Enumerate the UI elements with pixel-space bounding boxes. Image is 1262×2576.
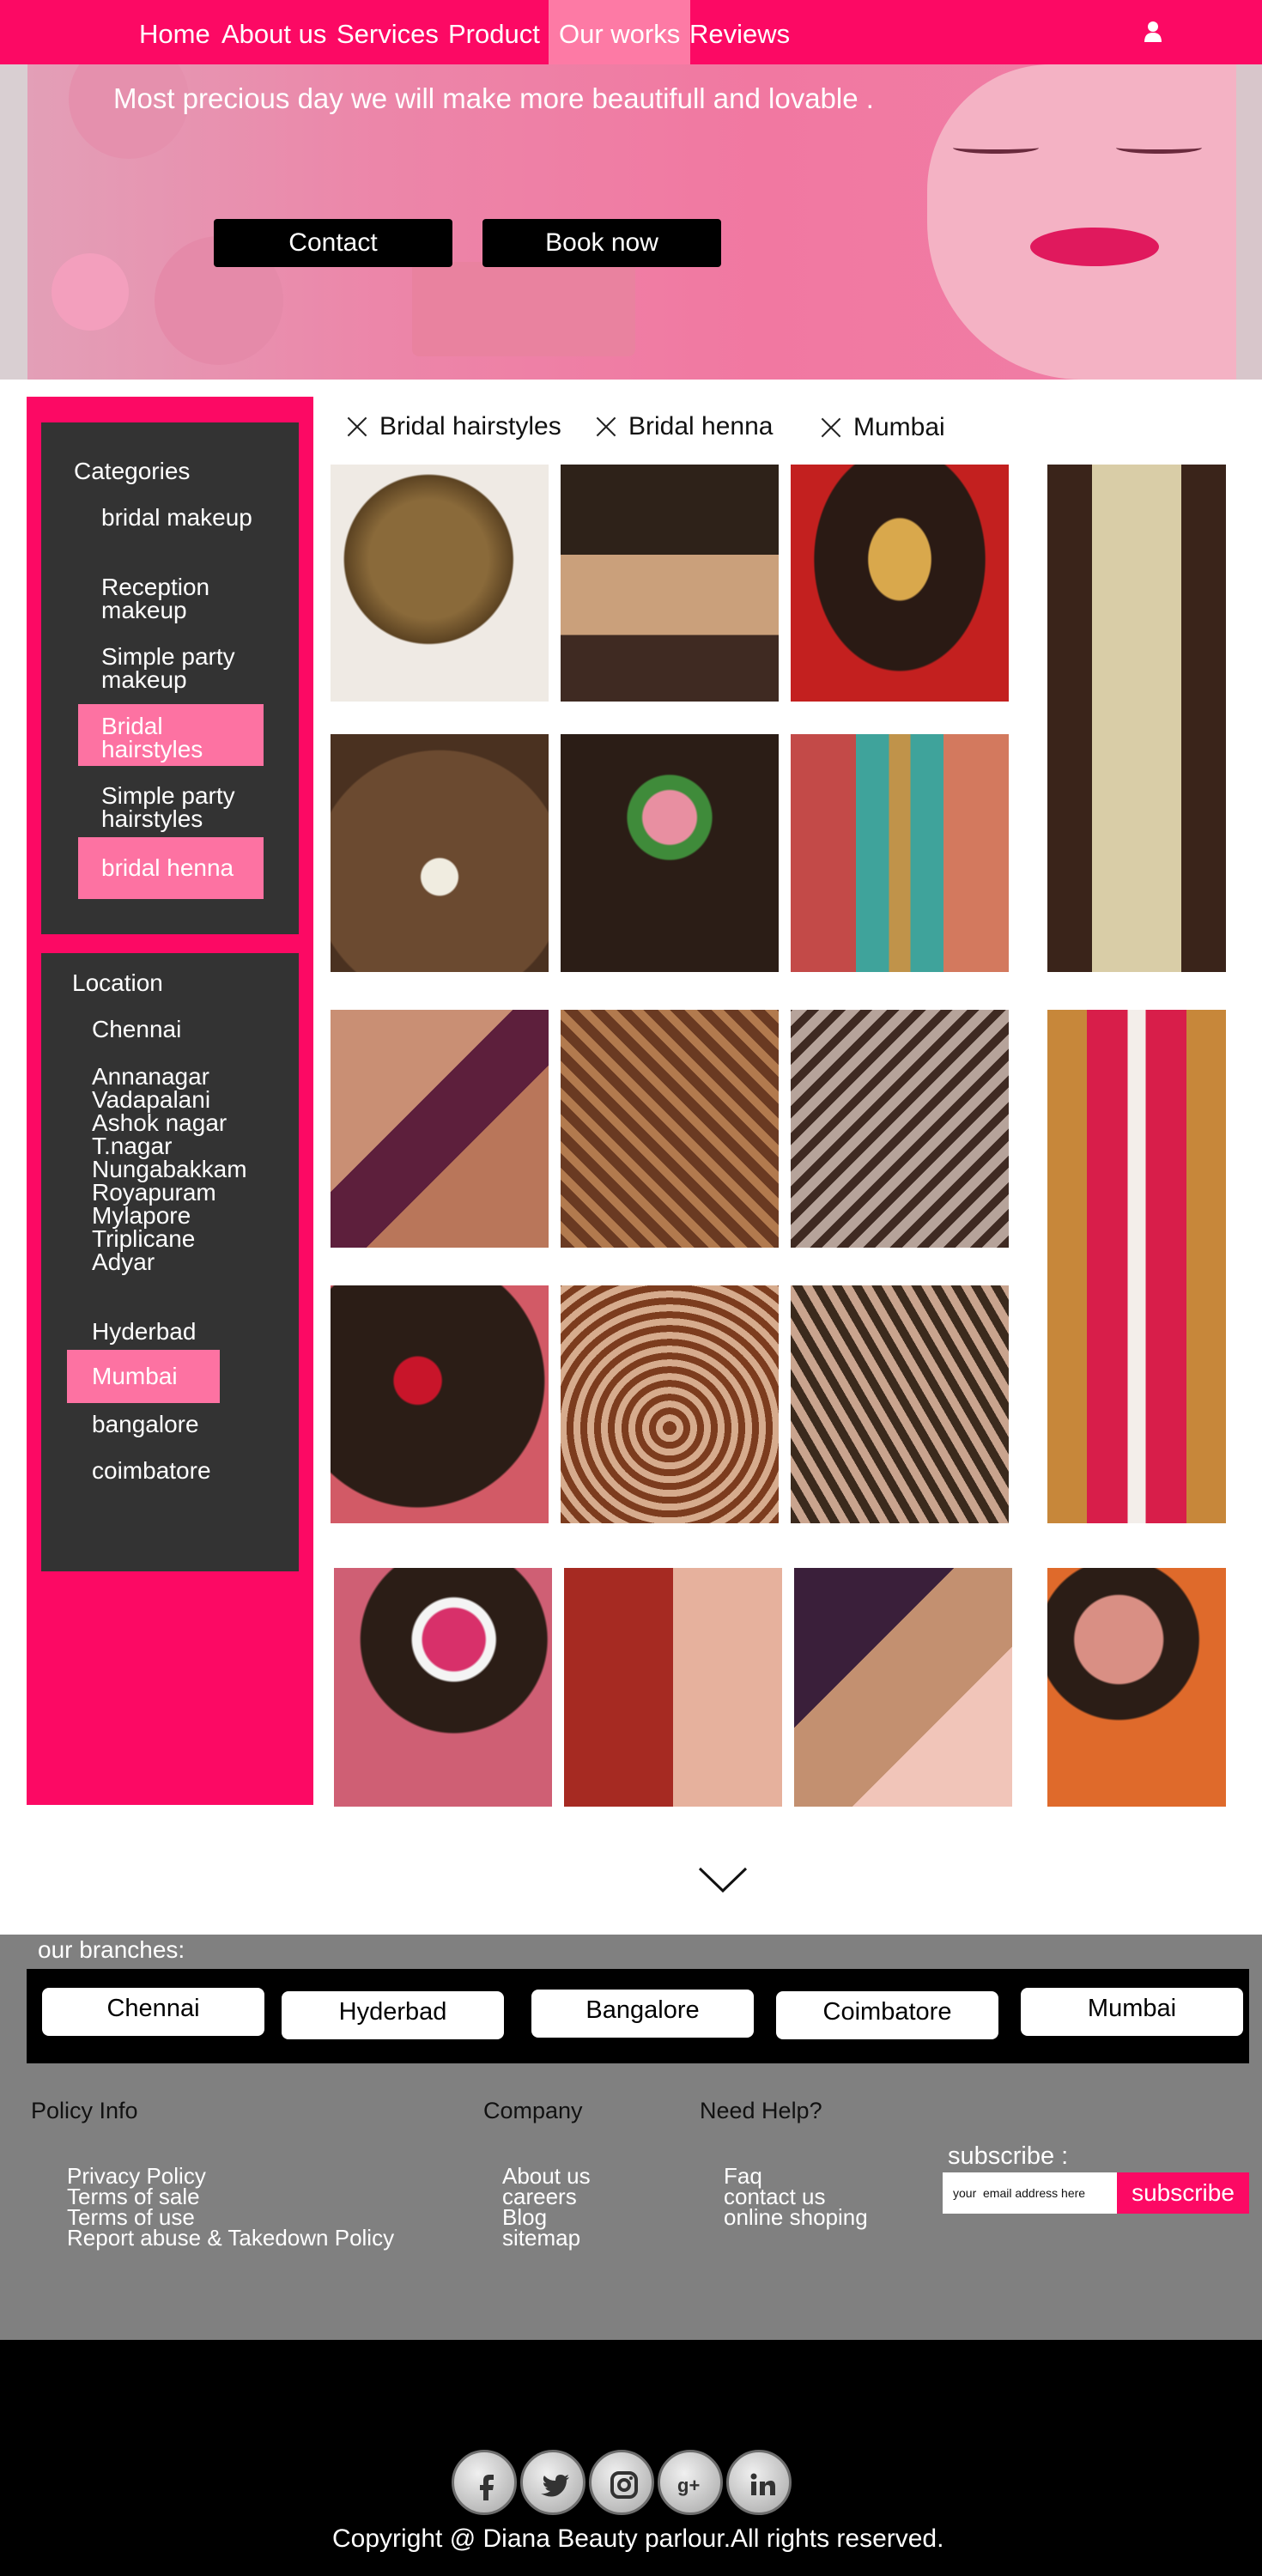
gallery-photo-henna-arms[interactable] xyxy=(791,1285,1009,1523)
gallery-photo-hairstyle-gold-bun[interactable] xyxy=(791,465,1009,702)
close-icon[interactable] xyxy=(596,416,616,436)
policy-info-heading: Policy Info xyxy=(31,2098,138,2123)
category-bridal-makeup[interactable]: bridal makeup xyxy=(101,506,264,530)
nav-services[interactable]: Services xyxy=(337,0,439,64)
gallery-photo-hairstyle-maang-tikka[interactable] xyxy=(561,465,779,702)
gallery-photo-hairstyle-pearl-bun[interactable] xyxy=(331,734,549,972)
svg-text:g+: g+ xyxy=(677,2475,700,2496)
model-lips xyxy=(1030,228,1159,266)
gallery-photo-hairstyle-red-flower-braid-long[interactable] xyxy=(1047,1010,1226,1523)
location-mumbai[interactable]: Mumbai xyxy=(67,1350,220,1403)
subscribe-button[interactable]: subscribe xyxy=(1117,2172,1249,2214)
location-chennai[interactable]: Chennai xyxy=(92,1018,181,1042)
report-abuse-link[interactable]: Report abuse & Takedown Policy xyxy=(67,2227,394,2249)
model-face-image xyxy=(927,64,1236,380)
gallery-photo-bride-floral-bun[interactable] xyxy=(1047,1568,1226,1807)
categories-title: Categories xyxy=(74,458,191,484)
makeup-sponge-image xyxy=(52,253,129,331)
instagram-icon[interactable] xyxy=(589,2450,654,2515)
filter-chip-label: Bridal hairstyles xyxy=(379,412,561,440)
filter-chip-label: Mumbai xyxy=(853,413,945,441)
user-icon[interactable] xyxy=(1144,21,1162,43)
location-area[interactable]: Mylapore xyxy=(92,1204,191,1228)
location-area[interactable]: Vadapalani xyxy=(92,1088,210,1112)
branches-title: our branches: xyxy=(38,1936,185,1963)
gallery-photo-henna-face-closeup[interactable] xyxy=(564,1568,782,1807)
chevron-down-icon[interactable] xyxy=(697,1865,749,1896)
top-nav: Home About us Services Product Our works… xyxy=(0,0,1262,64)
contact-button[interactable]: Contact xyxy=(214,219,452,267)
email-input[interactable] xyxy=(943,2172,1117,2214)
location-area[interactable]: Adyar xyxy=(92,1250,155,1274)
gallery-photo-henna-feet[interactable] xyxy=(561,1285,779,1523)
category-reception-makeup[interactable]: Reception makeup xyxy=(101,575,273,623)
branch-chennai-button[interactable]: Chennai xyxy=(42,1988,264,2036)
gallery-photo-hairstyle-rose-braid[interactable] xyxy=(561,734,779,972)
subscribe-label: subscribe : xyxy=(948,2142,1069,2170)
location-coimbatore[interactable]: coimbatore xyxy=(92,1459,211,1483)
gallery-photo-hairstyle-flower-braid-long[interactable] xyxy=(1047,465,1226,972)
gallery-photo-hairstyle-curls[interactable] xyxy=(331,465,549,702)
filter-chip-bridal-hairstyles[interactable]: Bridal hairstyles xyxy=(347,412,561,447)
hero-edge-left xyxy=(0,64,27,380)
online-shoping-link[interactable]: online shoping xyxy=(724,2206,868,2228)
nav-our-works[interactable]: Our works xyxy=(549,0,691,64)
category-bridal-henna[interactable]: bridal henna xyxy=(78,837,264,899)
close-icon[interactable] xyxy=(821,416,841,437)
branch-bangalore-button[interactable]: Bangalore xyxy=(531,1990,754,2038)
hero-edge-right xyxy=(1235,64,1262,380)
sitemap-link[interactable]: sitemap xyxy=(502,2227,580,2249)
hero-tagline: Most precious day we will make more beau… xyxy=(113,82,874,114)
location-area[interactable]: Triplicane xyxy=(92,1227,195,1251)
location-hyderbad[interactable]: Hyderbad xyxy=(92,1320,196,1344)
gallery-photo-henna-face[interactable] xyxy=(331,1010,549,1248)
gallery-photo-hairstyle-red-roses[interactable] xyxy=(331,1285,549,1523)
category-bridal-hairstyles[interactable]: Bridal hairstyles xyxy=(78,704,264,766)
nav-product[interactable]: Product xyxy=(448,0,540,64)
category-simple-party-hairstyles[interactable]: Simple party hairstyles xyxy=(101,784,273,831)
model-eye xyxy=(1116,142,1202,154)
gallery-photo-henna-hands[interactable] xyxy=(561,1010,779,1248)
linkedin-icon[interactable] xyxy=(726,2450,792,2515)
location-bangalore[interactable]: bangalore xyxy=(92,1413,199,1437)
eyeshadow-palette-image xyxy=(412,262,635,356)
branch-coimbatore-button[interactable]: Coimbatore xyxy=(776,1991,998,2039)
location-area[interactable]: Nungabakkam xyxy=(92,1157,247,1182)
location-area[interactable]: Ashok nagar xyxy=(92,1111,227,1135)
gallery-photo-hairstyle-pink-bun[interactable] xyxy=(334,1568,552,1807)
company-heading: Company xyxy=(483,2098,583,2123)
location-area[interactable]: Annanagar xyxy=(92,1065,209,1089)
category-simple-party-makeup[interactable]: Simple party makeup xyxy=(101,645,273,692)
need-help-heading: Need Help? xyxy=(700,2098,822,2123)
filter-chip-label: Bridal henna xyxy=(628,412,774,440)
location-area[interactable]: Royapuram xyxy=(92,1181,216,1205)
gallery-photo-henna-palms[interactable] xyxy=(791,1010,1009,1248)
nav-reviews[interactable]: Reviews xyxy=(689,0,790,64)
filter-chip-bridal-henna[interactable]: Bridal henna xyxy=(596,412,773,447)
facebook-icon[interactable] xyxy=(452,2450,517,2515)
filter-chip-mumbai[interactable]: Mumbai xyxy=(821,413,945,447)
close-icon[interactable] xyxy=(347,416,367,436)
google-plus-icon[interactable]: g+ xyxy=(658,2450,723,2515)
copyright-text: Copyright @ Diana Beauty parlour.All rig… xyxy=(332,2524,944,2553)
twitter-icon[interactable] xyxy=(520,2450,585,2515)
model-eye xyxy=(953,142,1039,154)
branch-hyderbad-button[interactable]: Hyderbad xyxy=(282,1991,504,2039)
nav-home[interactable]: Home xyxy=(139,0,210,64)
nav-about-us[interactable]: About us xyxy=(221,0,326,64)
branch-mumbai-button[interactable]: Mumbai xyxy=(1021,1988,1243,2036)
gallery-photo-hairstyle-jewel-braid[interactable] xyxy=(791,734,1009,972)
location-area[interactable]: T.nagar xyxy=(92,1134,172,1158)
book-now-button[interactable]: Book now xyxy=(482,219,721,267)
gallery-photo-bride-earrings[interactable] xyxy=(794,1568,1012,1807)
location-title: Location xyxy=(72,969,163,996)
